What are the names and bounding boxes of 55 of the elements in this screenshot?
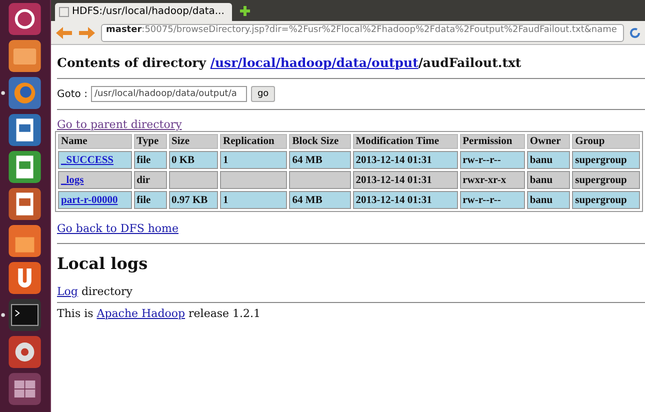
reload-icon[interactable] — [629, 26, 641, 38]
table-cell: 1 — [222, 154, 228, 166]
address-bar[interactable]: master:50075/browseDirectory.jsp?dir=%2Fusr%2Flocal%2Fhadoop%2Fdata%2Foutput%2FaudFailout.txt&name — [101, 24, 624, 42]
path-link[interactable]: /data — [332, 55, 367, 70]
path-link[interactable]: /hadoop — [276, 55, 332, 70]
file-name: /audFailout.txt — [418, 55, 522, 70]
column-header: Size — [168, 134, 218, 149]
table-cell: 64 MB — [292, 154, 322, 166]
log-link[interactable]: Log — [57, 285, 78, 298]
path-link[interactable]: /usr — [210, 55, 238, 70]
table-cell: file — [136, 194, 151, 206]
table-cell: banu — [530, 174, 553, 186]
terminal-icon[interactable] — [0, 298, 42, 332]
dfs-home-link[interactable]: Go back to DFS home — [57, 222, 178, 235]
table-cell: 64 MB — [292, 194, 322, 206]
globe-icon[interactable] — [0, 76, 42, 110]
column-header: Block Size — [289, 134, 351, 149]
table-cell: rwxr-xr-x — [462, 174, 506, 186]
column-header: Name — [58, 134, 132, 149]
table-cell: 2013-12-14 01:31 — [356, 174, 432, 186]
log-text: directory — [81, 285, 132, 298]
column-header: Owner — [526, 134, 570, 149]
hadoop-link[interactable]: Apache Hadoop — [96, 307, 186, 320]
column-header: Group — [572, 134, 640, 149]
section-heading: Local logs — [57, 254, 149, 273]
table-cell: banu — [530, 194, 553, 206]
release-text: release 1.2.1 — [188, 307, 261, 320]
table-cell: banu — [530, 154, 553, 166]
table-cell: rw-r--r-- — [462, 194, 501, 206]
heading-text: Contents of directory — [57, 55, 208, 70]
table-cell: 2013-12-14 01:31 — [356, 194, 432, 206]
table-cell: rw-r--r-- — [462, 154, 501, 166]
table-cell: supergroup — [575, 194, 627, 206]
goto-field[interactable]: /usr/local/hadoop/data/output/a — [91, 86, 248, 102]
column-header: Modification Time — [352, 134, 458, 149]
table-cell: supergroup — [575, 174, 627, 186]
table-cell: supergroup — [575, 154, 627, 166]
table-cell: dir — [136, 174, 150, 186]
table-cell: 1 — [222, 194, 228, 206]
parent-directory-link[interactable]: Go to parent directory — [57, 118, 182, 131]
table-cell: file — [136, 154, 151, 166]
footer-text: This is — [57, 307, 94, 320]
column-header: Type — [134, 134, 166, 149]
table-cell: 0.97 KB — [172, 194, 208, 206]
new-tab-icon[interactable] — [238, 4, 252, 18]
table-cell: 2013-12-14 01:31 — [356, 154, 432, 166]
path-link[interactable]: /output — [366, 55, 418, 70]
path-link[interactable]: /local — [238, 55, 276, 70]
browser-tab[interactable]: HDFS:/usr/local/hadoop/data... — [55, 3, 232, 21]
goto-label: Goto : — [57, 88, 88, 100]
column-header: Permission — [460, 134, 525, 149]
file-link[interactable]: _logs — [61, 174, 84, 186]
go-button[interactable]: go — [251, 86, 275, 102]
column-header: Replication — [220, 134, 288, 149]
table-cell: 0 KB — [172, 154, 195, 166]
